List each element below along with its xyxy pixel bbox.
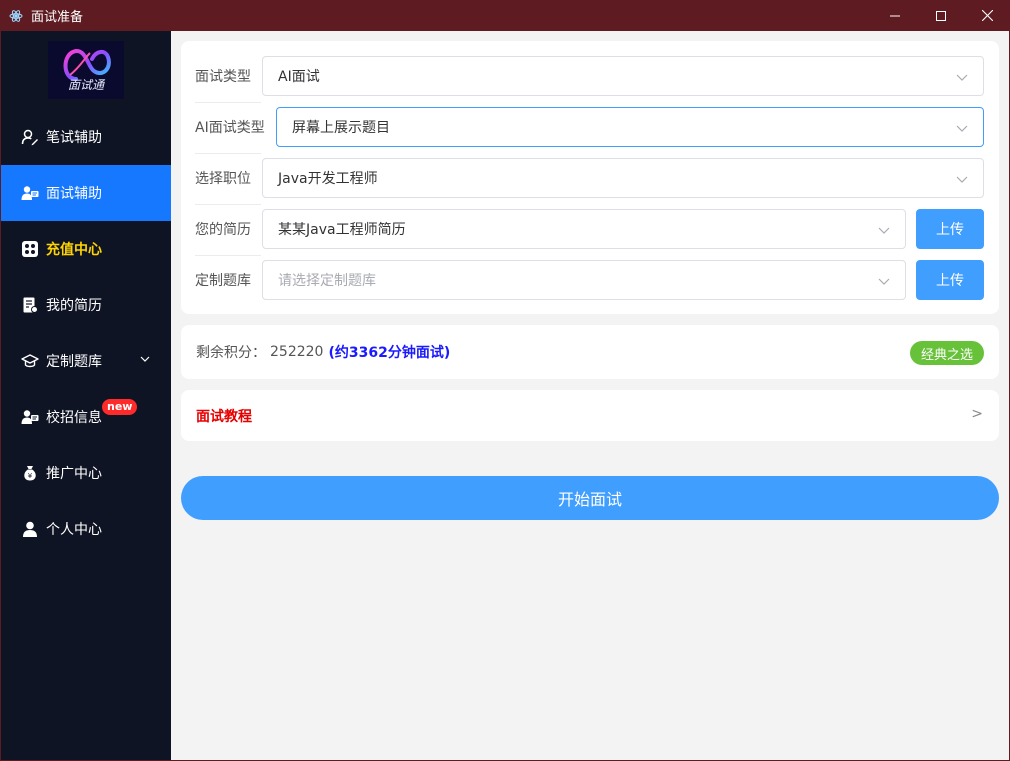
money-bag-icon: ¥ (21, 464, 39, 482)
app-frame: 面试通 笔试辅助 面试辅助 充值中心 我的简历 定制题库 校招信息 new ¥ … (1, 31, 1009, 760)
interview-user-icon (21, 184, 39, 202)
ai-type-label: AI面试类型 (195, 120, 265, 136)
sidebar-item-recharge[interactable]: 充值中心 (1, 221, 171, 277)
close-icon (981, 10, 993, 21)
row-divider (195, 204, 261, 205)
sidebar: 面试通 笔试辅助 面试辅助 充值中心 我的简历 定制题库 校招信息 new ¥ … (1, 31, 171, 760)
logo-text: 面试通 (67, 78, 104, 92)
chevron-down-icon (956, 125, 968, 132)
sidebar-item-label: 校招信息 (46, 410, 102, 426)
pen-user-icon (21, 128, 39, 146)
maximize-button[interactable] (918, 0, 964, 31)
electron-app-icon (9, 9, 23, 23)
graduation-cap-icon (21, 352, 39, 370)
chevron-down-icon (878, 227, 890, 234)
points-minutes: (约3362分钟面试) (328, 345, 451, 361)
svg-text:¥: ¥ (28, 472, 33, 480)
chevron-right-icon: > (971, 406, 983, 422)
start-interview-button[interactable]: 开始面试 (181, 476, 999, 520)
row-divider (195, 153, 261, 154)
position-select[interactable]: Java开发工程师 (262, 158, 984, 198)
minimize-button[interactable] (872, 0, 918, 31)
resume-icon (21, 296, 39, 314)
tutorial-title: 面试教程 (196, 408, 252, 425)
position-value: Java开发工程师 (278, 171, 378, 187)
sidebar-item-label: 我的简历 (46, 298, 102, 314)
chevron-down-icon (956, 176, 968, 183)
maximize-icon (936, 10, 946, 21)
sidebar-item-interview[interactable]: 面试辅助 (1, 165, 171, 221)
chevron-down-icon (878, 278, 890, 285)
sidebar-item-written-test[interactable]: 笔试辅助 (1, 109, 171, 165)
title-bar: 面试准备 (0, 0, 1010, 31)
sidebar-item-campus-info[interactable]: 校招信息 new (1, 389, 171, 445)
main-content: 面试类型 AI面试 AI面试类型 屏幕上展示题目 选择职位 Java开发工程师 (171, 31, 1009, 760)
window-title: 面试准备 (31, 10, 84, 25)
question-bank-placeholder: 请选择定制题库 (278, 273, 376, 289)
close-button[interactable] (964, 0, 1010, 31)
points-value: 252220 (270, 344, 324, 360)
new-badge: new (102, 399, 138, 415)
question-bank-upload-button[interactable]: 上传 (916, 260, 984, 300)
classic-choice-badge[interactable]: 经典之选 (909, 341, 984, 365)
resume-value: 某某Java工程师简历 (278, 222, 406, 238)
interview-config-card: 面试类型 AI面试 AI面试类型 屏幕上展示题目 选择职位 Java开发工程师 (181, 41, 999, 314)
resume-upload-button[interactable]: 上传 (916, 209, 984, 249)
row-divider (195, 102, 261, 103)
sidebar-item-custom-bank[interactable]: 定制题库 (1, 333, 171, 389)
person-icon (21, 520, 39, 538)
chevron-down-icon (956, 74, 968, 81)
sidebar-item-label: 个人中心 (46, 522, 102, 538)
sidebar-item-profile[interactable]: 个人中心 (1, 501, 171, 557)
app-logo: 面试通 (48, 41, 124, 99)
question-bank-select[interactable]: 请选择定制题库 (262, 260, 906, 300)
grid-icon (21, 240, 39, 258)
sidebar-item-my-resume[interactable]: 我的简历 (1, 277, 171, 333)
ai-type-row: AI面试类型 (195, 107, 275, 147)
sidebar-nav: 笔试辅助 面试辅助 充值中心 我的简历 定制题库 校招信息 new ¥ 推广中心… (1, 109, 171, 557)
resume-select[interactable]: 某某Java工程师简历 (262, 209, 906, 249)
sidebar-item-label: 充值中心 (46, 242, 102, 258)
sidebar-item-label: 定制题库 (46, 354, 102, 370)
row-divider (195, 255, 261, 256)
sidebar-item-label: 推广中心 (46, 466, 102, 482)
minimize-icon (890, 15, 900, 16)
interview-type-select[interactable]: AI面试 (262, 56, 984, 96)
sidebar-item-label: 笔试辅助 (46, 130, 102, 146)
points-label: 剩余积分： (196, 345, 266, 361)
interview-type-value: AI面试 (278, 69, 320, 85)
campus-user-icon (21, 408, 39, 426)
sidebar-item-promotion[interactable]: ¥ 推广中心 (1, 445, 171, 501)
chevron-down-icon (140, 356, 150, 362)
points-card: 剩余积分： 252220 (约3362分钟面试) 经典之选 (181, 325, 999, 379)
ai-type-value: 屏幕上展示题目 (292, 120, 390, 136)
window-controls (872, 0, 1010, 31)
tutorial-card[interactable]: 面试教程 > (181, 390, 999, 441)
sidebar-item-label: 面试辅助 (46, 186, 102, 202)
ai-type-select[interactable]: 屏幕上展示题目 (276, 107, 984, 147)
